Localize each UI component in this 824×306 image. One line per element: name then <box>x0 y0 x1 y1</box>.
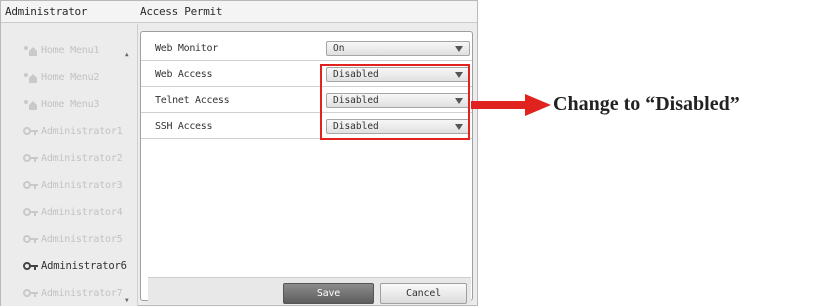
setting-row-web-monitor: Web Monitor On <box>141 35 472 61</box>
sidebar-item-label: Administrator2 <box>41 152 123 164</box>
sidebar-item-administrator6[interactable]: Administrator6 <box>23 256 133 276</box>
sidebar-item-label: Administrator4 <box>41 206 123 218</box>
web-monitor-select[interactable]: On <box>326 41 470 56</box>
sidebar-item-home-menu1[interactable]: Home Menu1 <box>23 40 133 60</box>
setting-label: Telnet Access <box>155 95 230 106</box>
sidebar-item-label: Administrator6 <box>41 260 127 272</box>
select-value: On <box>333 43 345 54</box>
window-header: Administrator Access Permit <box>1 1 477 23</box>
home-icon <box>23 99 39 110</box>
sidebar-item-administrator7[interactable]: Administrator7 <box>23 283 133 303</box>
setting-label: Web Monitor <box>155 43 218 54</box>
highlight-box <box>320 64 470 140</box>
key-icon <box>23 180 39 190</box>
sidebar-item-administrator3[interactable]: Administrator3 <box>23 175 133 195</box>
key-icon <box>23 261 39 271</box>
sidebar-title: Administrator <box>5 5 88 18</box>
sidebar-item-home-menu3[interactable]: Home Menu3 <box>23 94 133 114</box>
key-icon <box>23 288 39 298</box>
sidebar-item-label: Administrator3 <box>41 179 123 191</box>
sidebar: ▲ Home Menu1 Home Menu2 Home Menu3 Admin… <box>1 24 138 306</box>
sidebar-item-label: Administrator7 <box>41 287 123 299</box>
sidebar-item-administrator2[interactable]: Administrator2 <box>23 148 133 168</box>
cancel-button[interactable]: Cancel <box>380 283 467 304</box>
home-icon <box>23 72 39 83</box>
setting-label: Web Access <box>155 69 213 80</box>
sidebar-item-label: Administrator5 <box>41 233 123 245</box>
scroll-down-arrow[interactable]: ▼ <box>125 297 129 304</box>
sidebar-item-administrator5[interactable]: Administrator5 <box>23 229 133 249</box>
key-icon <box>23 126 39 136</box>
sidebar-item-home-menu2[interactable]: Home Menu2 <box>23 67 133 87</box>
key-icon <box>23 234 39 244</box>
setting-label: SSH Access <box>155 121 213 132</box>
panel-footer: Save Cancel <box>148 277 471 304</box>
sidebar-item-administrator4[interactable]: Administrator4 <box>23 202 133 222</box>
sidebar-item-label: Administrator1 <box>41 125 123 137</box>
sidebar-item-label: Home Menu2 <box>41 71 100 83</box>
annotation-text: Change to “Disabled” <box>553 93 740 115</box>
home-icon <box>23 45 39 56</box>
arrow-right-icon <box>471 94 551 116</box>
sidebar-item-label: Home Menu3 <box>41 98 100 110</box>
sidebar-item-label: Home Menu1 <box>41 44 100 56</box>
key-icon <box>23 153 39 163</box>
chevron-down-icon <box>455 46 463 52</box>
save-button[interactable]: Save <box>283 283 374 304</box>
page-title: Access Permit <box>140 5 223 18</box>
admin-window: Administrator Access Permit ▲ Home Menu1… <box>0 0 478 306</box>
key-icon <box>23 207 39 217</box>
sidebar-item-administrator1[interactable]: Administrator1 <box>23 121 133 141</box>
